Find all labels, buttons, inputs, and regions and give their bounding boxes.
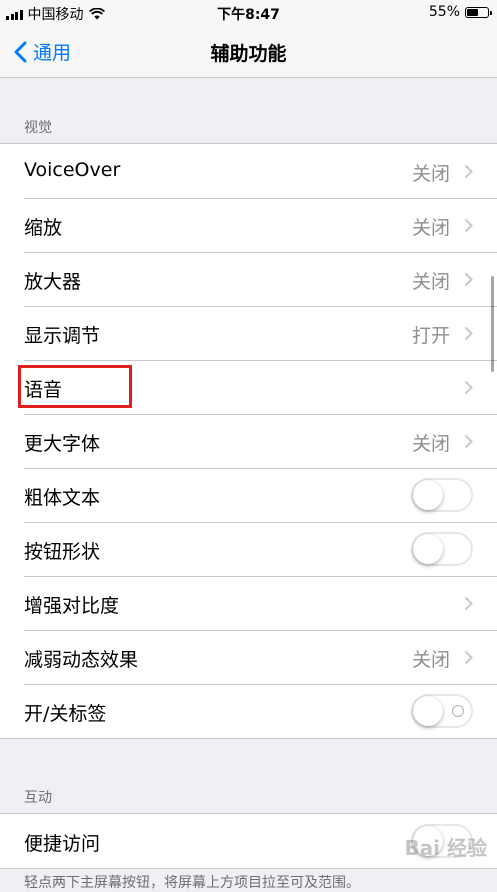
row-value: 关闭: [411, 163, 450, 185]
row-label: 增强对比度: [24, 595, 120, 617]
row-display-accommodations[interactable]: 显示调节 打开: [0, 306, 497, 360]
toggle-knob: [413, 534, 443, 564]
row-label: 减弱动态效果: [24, 649, 139, 671]
row-value: 关闭: [411, 433, 450, 455]
on-off-labels-toggle[interactable]: [411, 694, 473, 728]
chevron-right-icon: [464, 164, 473, 179]
row-label: 更大字体: [24, 433, 101, 455]
row-voiceover[interactable]: VoiceOver 关闭: [0, 144, 497, 198]
chevron-right-icon: [464, 650, 473, 665]
battery-percent: 55%: [428, 4, 460, 20]
chevron-right-icon: [464, 272, 473, 287]
status-bar: 中国移动 下午8:47 55%: [0, 0, 497, 26]
scrollbar[interactable]: [491, 276, 494, 372]
status-right: 55%: [428, 4, 492, 20]
toggle-knob: [413, 696, 443, 726]
row-label: 缩放: [24, 217, 63, 239]
row-label: 开/关标签: [24, 703, 107, 725]
row-value: 打开: [411, 325, 450, 347]
row-label: 按钮形状: [24, 541, 101, 563]
watermark: Bai 经验: [404, 836, 487, 860]
row-label: 放大器: [24, 271, 82, 293]
row-bold-text: 粗体文本: [0, 468, 497, 522]
row-magnifier[interactable]: 放大器 关闭: [0, 252, 497, 306]
row-button-shapes: 按钮形状: [0, 522, 497, 576]
row-value: 关闭: [411, 649, 450, 671]
row-value: 关闭: [411, 217, 450, 239]
off-label-ring-icon: [452, 705, 464, 717]
row-label: 便捷访问: [24, 833, 101, 855]
chevron-right-icon: [464, 596, 473, 611]
row-value: 关闭: [411, 271, 450, 293]
chevron-right-icon: [464, 434, 473, 449]
row-increase-contrast[interactable]: 增强对比度: [0, 576, 497, 630]
bold-text-toggle[interactable]: [411, 478, 473, 512]
chevron-right-icon: [464, 218, 473, 233]
chevron-right-icon: [464, 380, 473, 395]
footer-description: 轻点两下主屏幕按钮，将屏幕上方项目拉至可及范围。: [24, 875, 360, 891]
toggle-knob: [413, 480, 443, 510]
row-zoom[interactable]: 缩放 关闭: [0, 198, 497, 252]
battery-icon: [465, 6, 492, 18]
row-on-off-labels: 开/关标签: [0, 684, 497, 738]
row-reduce-motion[interactable]: 减弱动态效果 关闭: [0, 630, 497, 684]
vision-settings-group: VoiceOver 关闭 缩放 关闭 放大器 关闭 显示调节 打开 语音 更大字…: [0, 143, 497, 739]
row-larger-text[interactable]: 更大字体 关闭: [0, 414, 497, 468]
row-label: 粗体文本: [24, 487, 101, 509]
status-time: 下午8:47: [217, 7, 280, 23]
row-label: 显示调节: [24, 325, 101, 347]
row-label: VoiceOver: [24, 159, 121, 181]
page-title: 辅助功能: [210, 43, 287, 65]
section-header-vision: 视觉: [24, 120, 52, 136]
section-header-interaction: 互动: [24, 790, 52, 806]
highlight-box: [18, 365, 132, 408]
navigation-bar: 通用 辅助功能: [0, 26, 497, 78]
chevron-right-icon: [464, 326, 473, 341]
button-shapes-toggle[interactable]: [411, 532, 473, 566]
